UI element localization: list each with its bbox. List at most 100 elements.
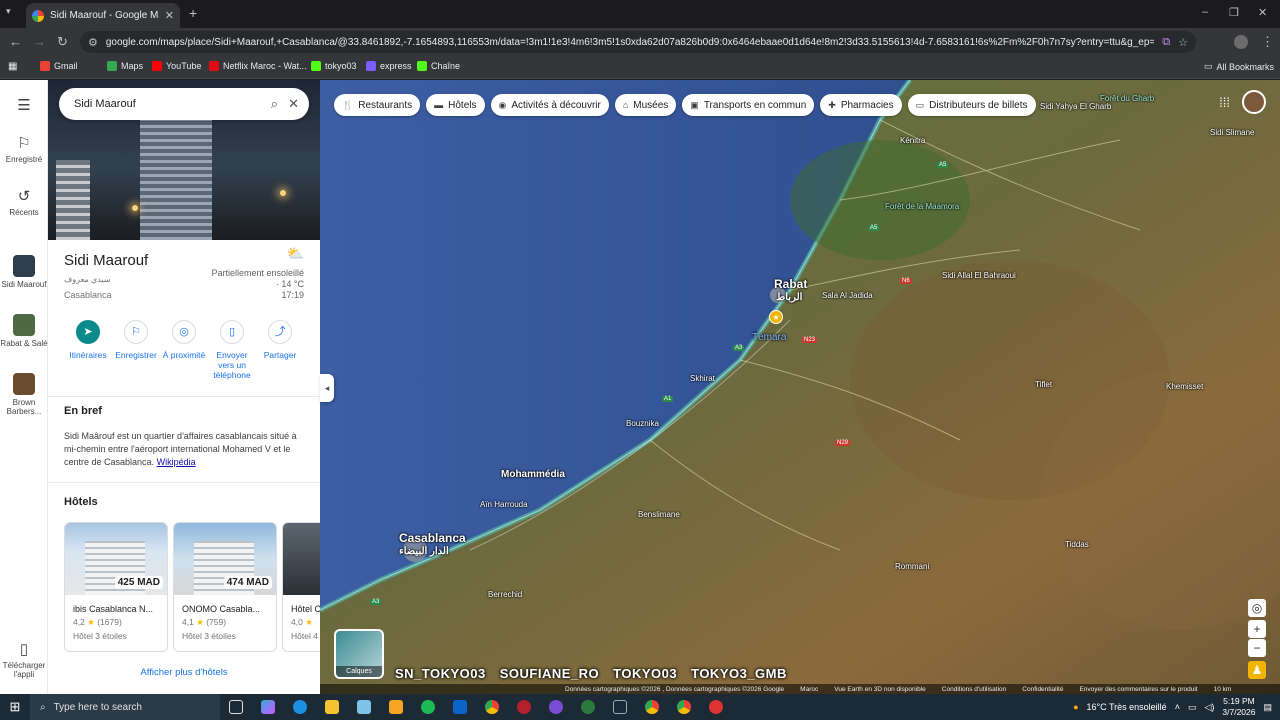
close-icon[interactable]: ✕ <box>288 96 299 112</box>
search-icon[interactable]: ⌕ <box>271 96 278 112</box>
recent-place-sidi-maarouf[interactable]: Sidi Maarouf <box>0 255 48 289</box>
directions-button[interactable]: ➤ Itinéraires <box>64 320 112 360</box>
wikipedia-link[interactable]: Wikipédia <box>157 457 196 467</box>
share-button[interactable]: ⤴ Partager <box>256 320 304 360</box>
reload-icon[interactable]: ↻ <box>57 34 68 50</box>
close-window-icon[interactable]: ✕ <box>1258 6 1267 19</box>
chrome-active-icon[interactable] <box>636 694 668 720</box>
edge-icon[interactable] <box>284 694 316 720</box>
map-label-skhirat[interactable]: Skhirat <box>690 374 715 383</box>
chip-activities[interactable]: ◉ Activités à découvrir <box>490 94 609 116</box>
all-bookmarks[interactable]: ▭ All Bookmarks <box>1204 61 1274 72</box>
chrome-profile-icon[interactable] <box>668 694 700 720</box>
profile-avatar[interactable] <box>1234 35 1248 49</box>
google-apps-icon[interactable]: ⁞⁞⁞ <box>1219 95 1230 110</box>
spotify-icon[interactable] <box>412 694 444 720</box>
map-label-berrechid[interactable]: Berrechid <box>488 590 522 599</box>
map-label-khemisset[interactable]: Khemisset <box>1166 382 1203 391</box>
map-canvas[interactable] <box>320 80 1280 694</box>
bookmark-maps[interactable]: Maps <box>107 61 143 71</box>
app-red-icon[interactable] <box>508 694 540 720</box>
chip-restaurants[interactable]: 🍴 Restaurants <box>334 94 421 116</box>
recent-place-rabat-sale[interactable]: Rabat & Salé <box>0 314 48 348</box>
map-label-sidi-yahya[interactable]: Sidi Yahya El Gharb <box>1040 102 1111 111</box>
chip-transit[interactable]: ▣ Transports en commun <box>682 94 815 116</box>
store-icon[interactable] <box>380 694 412 720</box>
map-label-sala-al-jadida[interactable]: Sala Al Jadida <box>822 291 873 300</box>
notepad-icon[interactable] <box>348 694 380 720</box>
hotel-card[interactable]: 425 MAD ibis Casablanca N... 4,2 ★ (1679… <box>64 522 168 652</box>
active-tab[interactable]: Sidi Maarouf - Google Maps ✕ <box>26 3 180 28</box>
clock[interactable]: 5:19 PM 3/7/2026 <box>1222 696 1255 718</box>
saved-button[interactable]: ⚐ Enregistré <box>0 134 48 164</box>
new-tab-icon[interactable]: + <box>189 5 197 21</box>
weather-sun-icon[interactable]: ● <box>1073 702 1078 712</box>
map-label-kenitra[interactable]: Kénitra <box>900 136 925 145</box>
hotel-card[interactable]: Hôtel C 4,0 ★ Hôtel 4 <box>282 522 320 652</box>
close-tab-icon[interactable]: ✕ <box>165 9 174 22</box>
tab-search-icon[interactable]: ▾ <box>6 6 11 17</box>
layers-button[interactable]: Calques <box>334 629 384 679</box>
taskbar-search[interactable]: ⌕ Type here to search <box>30 694 220 720</box>
chip-museums[interactable]: ⌂ Musées <box>614 94 677 116</box>
chip-pharmacies[interactable]: ✚ Pharmacies <box>820 94 902 116</box>
bookmark-youtube[interactable]: YouTube <box>152 61 201 71</box>
hotel-card[interactable]: 474 MAD ONOMO Casabla... 4,1 ★ (759) Hôt… <box>173 522 277 652</box>
volume-icon[interactable]: ◁) <box>1204 702 1214 713</box>
steam-icon[interactable] <box>604 694 636 720</box>
pegman-icon[interactable]: ♟ <box>1248 661 1266 679</box>
copilot-icon[interactable] <box>252 694 284 720</box>
more-hotels-link[interactable]: Afficher plus d'hôtels <box>48 667 320 678</box>
map-label-tiddas[interactable]: Tiddas <box>1065 540 1089 549</box>
app-purple-icon[interactable] <box>540 694 572 720</box>
map-label-ain-harrouda[interactable]: Aïn Harrouda <box>480 500 528 509</box>
download-app-button[interactable]: ▯ Télécharger l'appli <box>0 640 48 679</box>
map-label-foret-gharb[interactable]: Forêt du Gharb <box>1100 94 1154 103</box>
user-avatar[interactable] <box>1242 90 1266 114</box>
chip-hotels[interactable]: ▬ Hôtels <box>426 94 485 116</box>
recorder-icon[interactable] <box>700 694 732 720</box>
file-explorer-icon[interactable] <box>316 694 348 720</box>
chrome-icon[interactable] <box>476 694 508 720</box>
map-label-temara[interactable]: Témara <box>752 332 786 343</box>
map-label-rommani[interactable]: Rommani <box>895 562 929 571</box>
zoom-out-button[interactable]: − <box>1248 639 1266 657</box>
address-bar[interactable]: ⚙ google.com/maps/place/Sidi+Maarouf,+Ca… <box>80 31 1196 53</box>
forward-icon[interactable]: → <box>33 34 46 49</box>
map-label-sidi-slimane[interactable]: Sidi Slimane <box>1210 128 1254 137</box>
app-green-icon[interactable] <box>572 694 604 720</box>
maximize-icon[interactable]: ❐ <box>1229 6 1239 19</box>
cast-icon[interactable]: ⧉ <box>1162 36 1170 49</box>
notifications-icon[interactable]: ▤ <box>1263 702 1272 713</box>
nearby-button[interactable]: ◎ À proximité <box>160 320 208 360</box>
bookmark-gmail[interactable]: Gmail <box>40 61 78 71</box>
map-label-bouznika[interactable]: Bouznika <box>626 419 659 428</box>
windows-start-icon[interactable]: ⊞ <box>0 699 30 715</box>
recents-button[interactable]: ↺ Récents <box>0 187 48 217</box>
taskbar-weather[interactable]: 16°C Très ensoleillé <box>1087 702 1167 712</box>
map-label-sidi-allal-bahraoui[interactable]: Sidi Allal El Bahraoui <box>942 271 1016 280</box>
bookmark-express[interactable]: express <box>366 61 412 71</box>
map-label-casablanca[interactable]: Casablanca <box>399 531 466 545</box>
collapse-panel-button[interactable]: ◂ <box>320 374 334 402</box>
saved-place-star-icon[interactable]: ★ <box>769 310 783 324</box>
send-to-phone-button[interactable]: ▯ Envoyer vers un téléphone <box>208 320 256 380</box>
chevron-up-icon[interactable]: ˄ <box>1175 702 1180 712</box>
task-view-icon[interactable] <box>220 694 252 720</box>
save-button[interactable]: ⚐ Enregistrer <box>112 320 160 360</box>
bookmark-chaine[interactable]: Chaîne <box>417 61 460 71</box>
satellite-map[interactable]: 🍴 Restaurants ▬ Hôtels ◉ Activités à découv… <box>320 80 1280 694</box>
map-label-rabat[interactable]: Rabat <box>774 277 807 291</box>
apps-grid-icon[interactable]: ▦ <box>8 61 17 72</box>
my-location-icon[interactable]: ◎ <box>1248 599 1266 617</box>
map-label-foret-mamora[interactable]: Forêt de la Maamora <box>885 202 959 211</box>
chip-atm[interactable]: ▭ Distributeurs de billets <box>907 94 1036 116</box>
search-input[interactable]: Sidi Maarouf <box>74 98 261 110</box>
menu-button[interactable]: ☰ <box>0 96 48 117</box>
mail-icon[interactable] <box>444 694 476 720</box>
recent-place-brown-barbers[interactable]: Brown Barbers... <box>0 373 48 416</box>
bookmark-star-icon[interactable]: ☆ <box>1178 36 1188 49</box>
bookmark-tokyo03[interactable]: tokyo03 <box>311 61 357 71</box>
network-icon[interactable]: ▭ <box>1188 702 1197 713</box>
map-label-benslimane[interactable]: Benslimane <box>638 510 680 519</box>
